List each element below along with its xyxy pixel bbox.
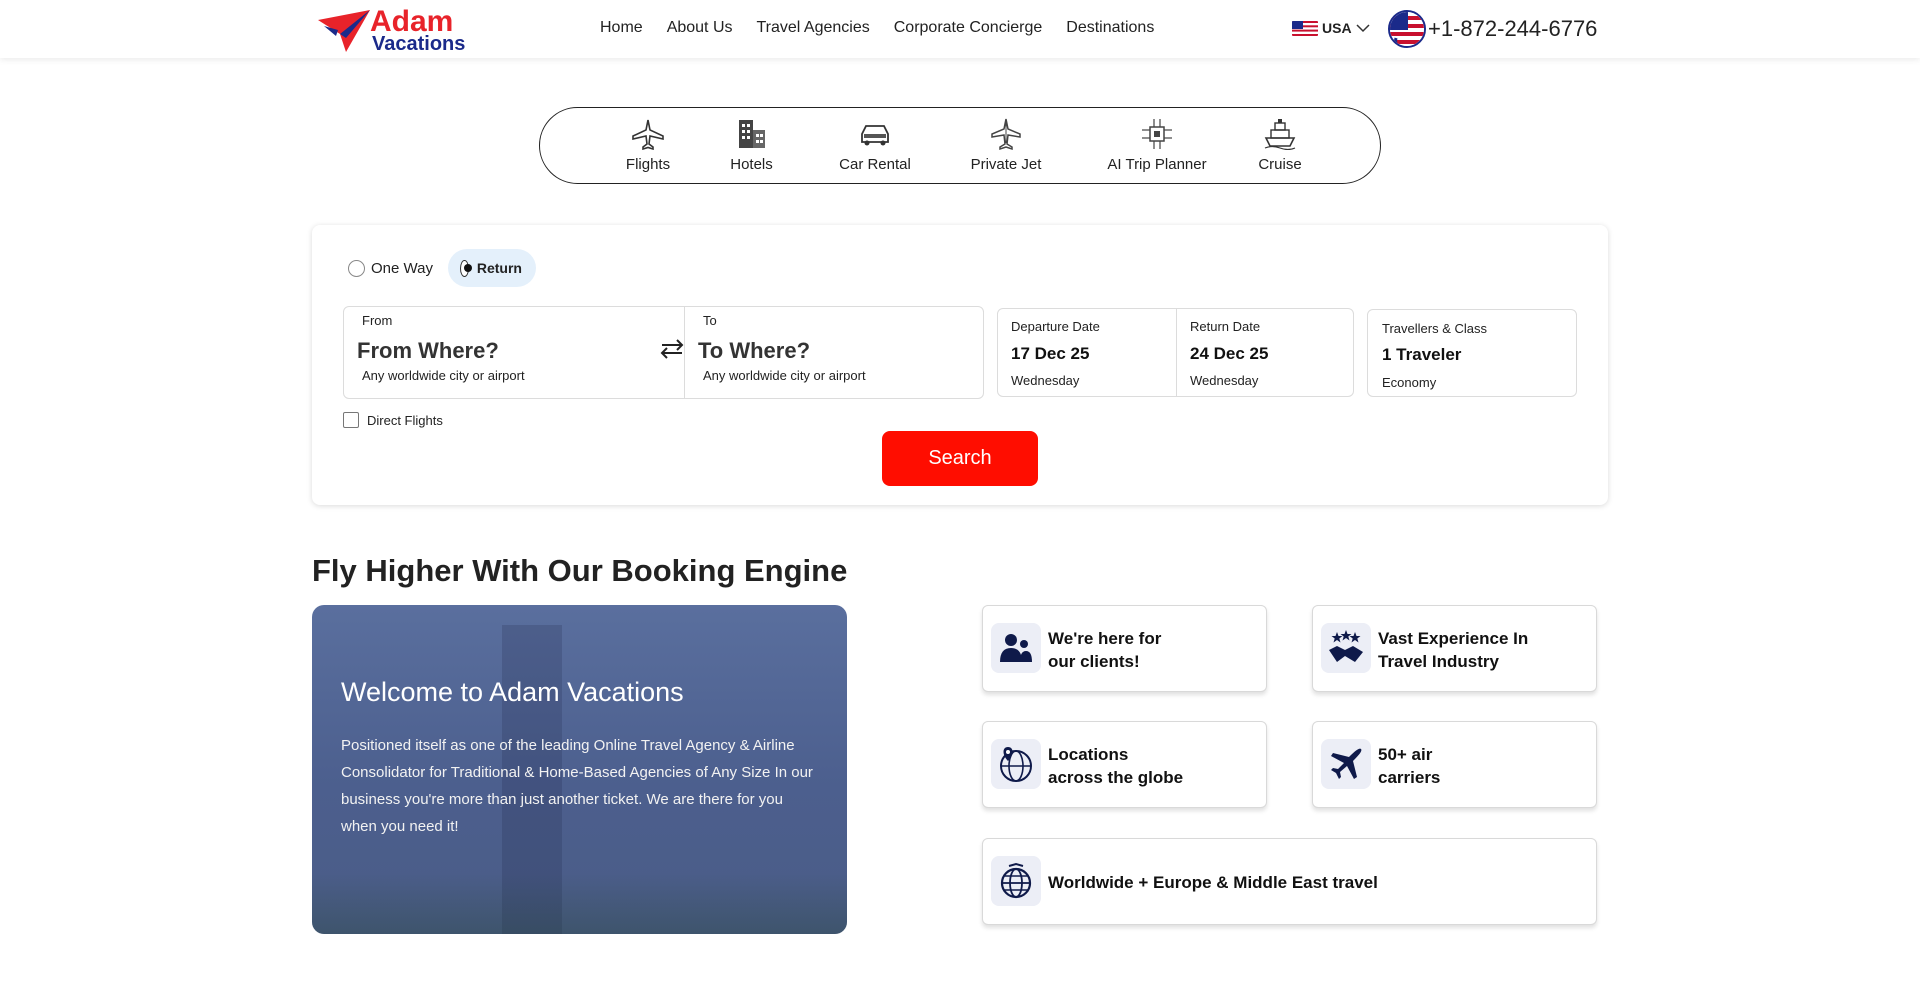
welcome-panel: Welcome to Adam Vacations Positioned its… xyxy=(312,605,847,934)
return-radio[interactable] xyxy=(460,259,472,277)
feature-card-worldwide: Worldwide + Europe & Middle East travel xyxy=(982,838,1597,925)
service-tabs: Flights Hotels Car Rental Private Jet AI… xyxy=(539,107,1381,184)
tab-hotels[interactable]: Hotels xyxy=(724,116,779,173)
trip-option-return[interactable]: Return xyxy=(448,249,536,287)
route-box: From From Where? Any worldwide city or a… xyxy=(343,306,984,399)
hotel-icon xyxy=(724,116,779,152)
nav-home[interactable]: Home xyxy=(600,19,643,37)
departure-date-value: 17 Dec 25 xyxy=(1011,344,1090,363)
from-field[interactable]: From From Where? Any worldwide city or a… xyxy=(344,307,684,398)
flight-search-card: One Way Return From From Where? Any worl… xyxy=(312,225,1608,505)
feature-text: Worldwide + Europe & Middle East travel xyxy=(1048,873,1378,892)
tab-cruise[interactable]: Cruise xyxy=(1250,116,1310,173)
cruise-icon xyxy=(1250,116,1310,152)
from-hint: Any worldwide city or airport xyxy=(362,368,525,383)
departure-date-label: Departure Date xyxy=(1011,319,1100,334)
clients-icon xyxy=(991,623,1041,673)
welcome-text: Positioned itself as one of the leading … xyxy=(341,737,813,835)
feature-card-experience: Vast Experience In Travel Industry xyxy=(1312,605,1597,692)
phone-number: +1-872-244-6776 xyxy=(1428,16,1598,41)
tab-ai-trip-planner[interactable]: AI Trip Planner xyxy=(1092,116,1222,173)
country-selector[interactable]: USA xyxy=(1292,20,1370,36)
tab-label: AI Trip Planner xyxy=(1107,156,1207,173)
feature-card-locations: Locations across the globe xyxy=(982,721,1267,808)
car-icon xyxy=(830,116,920,152)
feature-text: Vast Experience In Travel Industry xyxy=(1378,629,1529,671)
departure-date-field[interactable]: Departure Date 17 Dec 25 Wednesday xyxy=(998,309,1176,396)
globe-icon xyxy=(991,856,1041,906)
trip-option-one-way[interactable]: One Way xyxy=(348,249,433,287)
one-way-radio[interactable] xyxy=(348,259,365,277)
us-flag-icon xyxy=(1292,20,1318,36)
departure-day: Wednesday xyxy=(1011,373,1080,388)
return-date-field[interactable]: Return Date 24 Dec 25 Wednesday xyxy=(1177,309,1353,396)
tab-private-jet[interactable]: Private Jet xyxy=(961,116,1051,173)
nav-corporate-concierge[interactable]: Corporate Concierge xyxy=(894,19,1043,37)
direct-flights-checkbox[interactable] xyxy=(343,412,359,428)
chevron-down-icon xyxy=(1356,24,1370,33)
dates-box: Departure Date 17 Dec 25 Wednesday Retur… xyxy=(997,308,1354,397)
return-label: Return xyxy=(476,260,522,276)
to-field[interactable]: To To Where? Any worldwide city or airpo… xyxy=(685,307,983,398)
jet-icon xyxy=(961,116,1051,152)
airplane-icon xyxy=(1321,739,1371,789)
logo-text-vacations: Vacations xyxy=(372,33,466,55)
feature-text: Locations across the globe xyxy=(1048,745,1184,787)
nav-about-us[interactable]: About Us xyxy=(667,19,733,37)
tab-label: Flights xyxy=(625,156,671,173)
from-label: From xyxy=(362,313,393,328)
to-hint: Any worldwide city or airport xyxy=(703,368,866,383)
adam-vacations-logo[interactable]: Adam Vacations xyxy=(316,6,466,55)
travellers-value: 1 Traveler xyxy=(1382,345,1462,364)
return-date-value: 24 Dec 25 xyxy=(1190,344,1269,363)
nav-destinations[interactable]: Destinations xyxy=(1066,19,1154,37)
search-button[interactable]: Search xyxy=(882,431,1038,486)
travel-class: Economy xyxy=(1382,375,1437,390)
phone-contact[interactable]: +1-872-244-6776 xyxy=(1388,10,1597,48)
return-day: Wednesday xyxy=(1190,373,1259,388)
welcome-title: Welcome to Adam Vacations xyxy=(341,677,684,707)
swap-icon[interactable] xyxy=(658,337,686,361)
plane-icon xyxy=(618,116,678,152)
direct-flights-option[interactable]: Direct Flights xyxy=(343,412,443,428)
to-label: To xyxy=(703,313,717,328)
return-date-label: Return Date xyxy=(1190,319,1261,334)
country-label: USA xyxy=(1322,20,1352,36)
travellers-label: Travellers & Class xyxy=(1382,321,1487,336)
ai-chip-icon xyxy=(1092,116,1222,152)
feature-card-carriers: 50+ air carriers xyxy=(1312,721,1597,808)
main-nav: Home About Us Travel Agencies Corporate … xyxy=(600,19,1154,37)
tab-car-rental[interactable]: Car Rental xyxy=(830,116,920,173)
travellers-class-field[interactable]: Travellers & Class 1 Traveler Economy xyxy=(1367,309,1577,397)
feature-text: 50+ air carriers xyxy=(1378,745,1441,787)
one-way-label: One Way xyxy=(371,259,433,277)
tab-label: Cruise xyxy=(1258,156,1302,173)
tree-line-image xyxy=(312,874,847,934)
tab-label: Car Rental xyxy=(839,156,911,173)
section-title: Fly Higher With Our Booking Engine xyxy=(312,553,848,588)
tab-label: Private Jet xyxy=(970,156,1042,173)
plane-logo-icon xyxy=(318,10,370,52)
handshake-icon xyxy=(1321,623,1371,673)
tab-flights[interactable]: Flights xyxy=(618,116,678,173)
globe-location-icon xyxy=(991,739,1041,789)
tab-label: Hotels xyxy=(730,156,773,173)
to-input[interactable]: To Where? xyxy=(698,338,810,364)
nav-travel-agencies[interactable]: Travel Agencies xyxy=(757,19,870,37)
direct-flights-label: Direct Flights xyxy=(367,412,443,428)
from-input[interactable]: From Where? xyxy=(357,338,499,364)
feature-text: We're here for our clients! xyxy=(1048,629,1162,671)
top-navbar: Adam Vacations Home About Us Travel Agen… xyxy=(0,0,1920,58)
phone-flag-icon xyxy=(1388,10,1426,48)
feature-card-clients: We're here for our clients! xyxy=(982,605,1267,692)
